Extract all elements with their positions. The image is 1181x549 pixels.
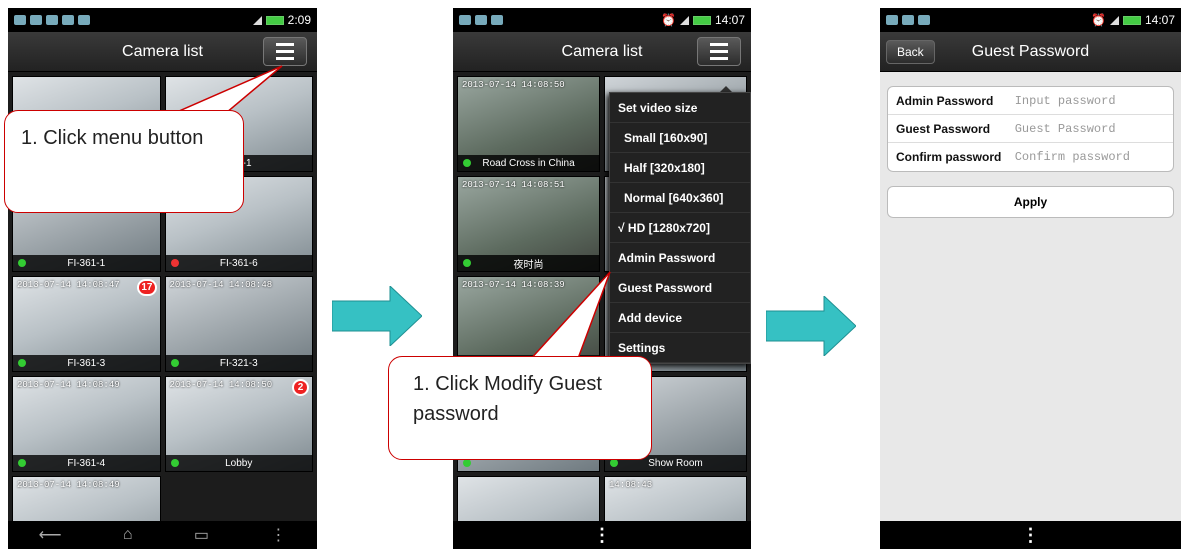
callout-pointer [526, 271, 611, 365]
callout-menu-button: 1. Click menu button [4, 110, 244, 213]
callout-guest-password: 1. Click Modify Guest password [388, 356, 652, 460]
